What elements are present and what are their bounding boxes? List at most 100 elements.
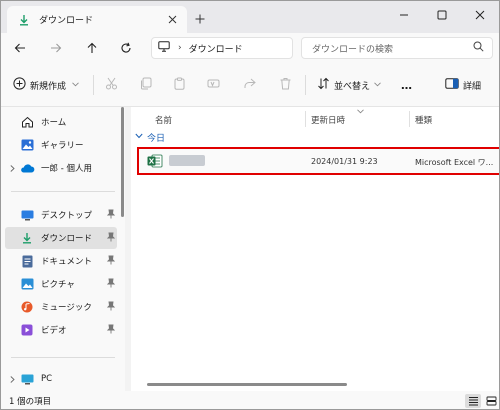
item-count: 1 個の項目 [9, 397, 52, 407]
column-header-name[interactable]: 名前 [155, 111, 172, 129]
file-row[interactable]: 2024/01/31 9:23 Microsoft Excel ワ... [137, 147, 499, 175]
delete-button[interactable] [279, 76, 292, 94]
sidebar-divider [11, 191, 115, 192]
title-bar: ダウンロード [1, 1, 499, 33]
sort-button[interactable]: 並べ替え [317, 76, 381, 94]
share-button[interactable] [243, 76, 256, 94]
sidebar-item-label: ホーム [41, 118, 67, 128]
trash-icon [279, 77, 292, 93]
search-icon [473, 41, 484, 55]
back-button[interactable] [11, 39, 29, 57]
sidebar-item-pc[interactable]: PC [5, 368, 117, 390]
sidebar-item-label: ピクチャ [41, 280, 75, 290]
video-icon [19, 323, 35, 337]
tab-downloads[interactable]: ダウンロード [7, 6, 187, 33]
navigation-pane: ホーム ギャラリー 一郎 - 個人用 デスクトップ ダウンロード ドキュメント … [1, 107, 125, 391]
paste-button[interactable] [173, 76, 186, 94]
chevron-right-icon[interactable] [5, 164, 19, 172]
close-tab-icon[interactable] [165, 12, 179, 26]
details-pane-label: 詳細 [463, 81, 482, 92]
sidebar-item-onedrive[interactable]: 一郎 - 個人用 [5, 157, 117, 179]
sidebar-item-videos[interactable]: ビデオ [5, 319, 117, 341]
column-header-label: 更新日時 [311, 116, 346, 126]
horizontal-scrollbar[interactable] [147, 383, 347, 386]
group-header-today[interactable]: 今日 [135, 129, 165, 145]
sidebar-item-label: PC [41, 374, 53, 384]
address-bar[interactable]: › ダウンロード [151, 37, 293, 59]
download-icon [17, 13, 31, 27]
sidebar-item-music[interactable]: ミュージック [5, 296, 117, 318]
chevron-right-icon[interactable] [5, 375, 19, 383]
plus-circle-icon [13, 77, 26, 93]
pin-icon[interactable] [106, 232, 116, 245]
command-bar: 新規作成 並べ替え … 詳細 [1, 63, 499, 107]
file-type: Microsoft Excel ワ... [415, 158, 494, 167]
pin-icon[interactable] [106, 278, 116, 291]
sidebar-item-desktop[interactable]: デスクトップ [5, 204, 117, 226]
music-icon [19, 300, 35, 314]
sort-icon [317, 77, 330, 93]
column-divider[interactable] [409, 111, 410, 127]
sidebar-item-downloads[interactable]: ダウンロード [5, 227, 117, 249]
chevron-down-icon [72, 80, 79, 90]
pictures-icon [19, 277, 35, 291]
chevron-down-icon [374, 80, 381, 90]
cut-button[interactable] [105, 76, 118, 94]
search-placeholder: ダウンロードの検索 [312, 44, 394, 55]
tab-title: ダウンロード [39, 16, 94, 26]
sidebar-item-gallery[interactable]: ギャラリー [5, 134, 117, 156]
column-header-type[interactable]: 種類 [415, 111, 432, 129]
sidebar-item-pictures[interactable]: ピクチャ [5, 273, 117, 295]
column-divider[interactable] [305, 111, 306, 127]
sidebar-item-home[interactable]: ホーム [5, 111, 117, 133]
pin-icon[interactable] [106, 209, 116, 222]
details-view-button[interactable] [465, 394, 481, 408]
clipboard-icon [173, 77, 186, 93]
column-header-modified[interactable]: 更新日時 [311, 111, 345, 129]
tiles-view-button[interactable] [483, 394, 499, 408]
chevron-down-icon [135, 132, 143, 142]
monitor-icon [158, 41, 170, 55]
rename-icon [207, 77, 220, 93]
scissors-icon [105, 77, 118, 93]
column-header-label: 種類 [415, 116, 433, 126]
gallery-icon [19, 138, 35, 152]
excel-file-icon [147, 154, 163, 168]
sidebar-scrollbar[interactable] [121, 107, 124, 217]
minimize-button[interactable] [385, 1, 423, 29]
new-tab-button[interactable] [191, 10, 209, 28]
more-options-label: … [401, 78, 413, 92]
status-bar: 1 個の項目 [1, 391, 499, 409]
rename-button[interactable] [207, 76, 220, 94]
group-label: 今日 [147, 133, 166, 144]
up-button[interactable] [83, 39, 101, 57]
details-pane-button[interactable]: 詳細 [445, 76, 481, 94]
search-input[interactable]: ダウンロードの検索 [301, 37, 493, 59]
download-icon [19, 231, 35, 245]
command-divider [305, 75, 306, 95]
sidebar-item-label: ドキュメント [41, 257, 93, 267]
sort-chevron-icon [357, 107, 364, 117]
maximize-button[interactable] [423, 1, 461, 29]
refresh-button[interactable] [117, 39, 135, 57]
navigation-bar: › ダウンロード ダウンロードの検索 [1, 33, 499, 63]
breadcrumb-separator: › [178, 43, 182, 53]
home-icon [19, 115, 35, 129]
pin-icon[interactable] [106, 255, 116, 268]
pin-icon[interactable] [106, 301, 116, 314]
new-button[interactable]: 新規作成 [13, 76, 79, 94]
close-window-button[interactable] [461, 1, 499, 29]
sidebar-item-label: ギャラリー [41, 141, 84, 151]
file-name-redacted [169, 155, 205, 166]
copy-button[interactable] [139, 76, 152, 94]
sidebar-item-label: デスクトップ [41, 211, 93, 221]
document-icon [19, 254, 35, 268]
breadcrumb-downloads[interactable]: ダウンロード [189, 42, 243, 55]
forward-button[interactable] [47, 39, 65, 57]
more-options-button[interactable]: … [397, 76, 413, 94]
sidebar-item-documents[interactable]: ドキュメント [5, 250, 117, 272]
command-divider [93, 75, 94, 95]
new-button-label: 新規作成 [30, 81, 67, 92]
pin-icon[interactable] [106, 324, 116, 337]
sidebar-item-label: ミュージック [41, 303, 92, 313]
